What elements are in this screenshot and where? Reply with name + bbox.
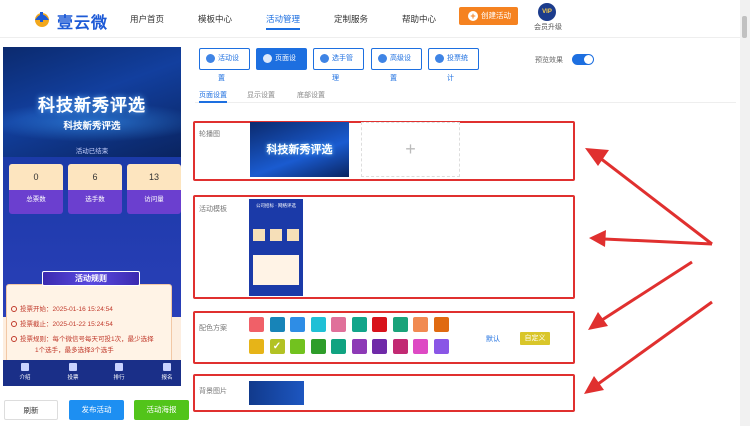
nav-home[interactable]: 用户首页 <box>130 13 164 25</box>
logo-icon <box>35 12 49 27</box>
preview-tab-intro[interactable]: 介绍 <box>10 363 40 381</box>
logo-text[interactable]: 壹云微 <box>57 9 108 33</box>
vote-icon <box>69 363 77 371</box>
ranking-icon <box>115 363 123 371</box>
stat-total-votes: 0 总票数 <box>9 164 63 214</box>
preview-title: 科技新秀评选 <box>63 121 121 132</box>
clock-icon <box>11 321 17 327</box>
scrollbar-thumb[interactable] <box>742 16 747 38</box>
color-swatch-selected[interactable]: ✓ <box>269 339 285 354</box>
stat-visits: 13 访问量 <box>127 164 181 214</box>
color-swatch[interactable] <box>351 317 367 332</box>
red-arrows <box>584 148 713 394</box>
rule-line: 投票截止：2025-01-22 15:24:54 <box>11 318 113 328</box>
color-swatch[interactable] <box>269 317 285 332</box>
sliders-icon <box>378 54 387 63</box>
preview-tab-vote[interactable]: 投票 <box>58 363 88 381</box>
plus-icon: + <box>468 11 478 21</box>
subtab-display-settings[interactable]: 显示设置 <box>247 90 275 100</box>
custom-color-button[interactable]: 自定义 <box>520 332 550 345</box>
preview-toggle-label: 预览效果 <box>535 57 563 64</box>
color-swatch[interactable] <box>249 339 264 354</box>
color-swatch[interactable] <box>310 339 326 354</box>
gear-icon <box>263 54 272 63</box>
refresh-button[interactable]: 刷新 <box>4 400 58 420</box>
nav-help-center[interactable]: 帮助中心 <box>402 13 436 25</box>
carousel-image[interactable]: 科技新秀评选 <box>250 122 349 177</box>
subtab-active-indicator <box>199 101 227 103</box>
subtab-divider <box>195 102 736 103</box>
nav-custom-service[interactable]: 定制服务 <box>334 13 368 25</box>
preview-status: 活动已结束 <box>75 148 109 155</box>
default-color-link[interactable]: 默认 <box>486 334 500 344</box>
color-swatch[interactable] <box>413 317 428 332</box>
rules-title: 活动规则 <box>42 271 140 286</box>
stat-label: 选手数 <box>85 196 105 203</box>
color-swatch[interactable] <box>392 317 408 332</box>
tab-page-settings[interactable]: 页面设置 <box>256 48 307 82</box>
rule-line: 1个选手，最多选择3个选手 <box>35 347 114 354</box>
publish-activity-button[interactable]: 发布活动 <box>69 400 124 420</box>
color-swatch[interactable] <box>331 339 346 354</box>
stat-value: 0 <box>9 164 63 190</box>
vip-icon[interactable]: VIP <box>538 3 556 21</box>
check-icon: ✓ <box>272 341 282 352</box>
signup-icon <box>163 363 171 371</box>
color-swatch[interactable] <box>290 339 305 354</box>
carousel-add-button[interactable]: + <box>361 122 460 177</box>
color-swatch[interactable] <box>249 317 264 332</box>
color-swatch[interactable] <box>290 317 305 332</box>
preview-banner: 科技新秀评选 <box>3 47 181 157</box>
background-image-label: 背景图片 <box>199 388 227 395</box>
preview-tab-signup[interactable]: 报名 <box>152 363 182 381</box>
rule-line: 投票规则：每个微信号每天可投1次，最少选择 <box>11 333 154 343</box>
activity-poster-button[interactable]: 活动海报 <box>134 400 189 420</box>
color-swatch[interactable] <box>433 339 449 354</box>
gear-icon <box>206 54 215 63</box>
banner-title: 科技新秀评选 <box>38 96 146 115</box>
carousel-label: 轮播图 <box>199 131 220 138</box>
color-swatch[interactable] <box>433 317 449 332</box>
subtab-page-settings[interactable]: 页面设置 <box>199 90 227 100</box>
preview-toggle[interactable] <box>572 54 594 65</box>
clock-icon <box>11 306 17 312</box>
page-scrollbar[interactable] <box>740 0 750 426</box>
preview-tab-ranking[interactable]: 排行 <box>104 363 134 381</box>
nav-active-indicator <box>266 28 300 30</box>
tab-contestant-management[interactable]: 选手管理 <box>313 48 364 82</box>
create-activity-label: 创建活动 <box>481 11 511 20</box>
color-swatch[interactable] <box>413 339 428 354</box>
template-label: 活动模板 <box>199 206 227 213</box>
stat-label: 总票数 <box>26 196 46 203</box>
nav-activity-management[interactable]: 活动管理 <box>266 13 300 25</box>
nav-template-center[interactable]: 模板中心 <box>198 13 232 25</box>
home-icon <box>21 363 29 371</box>
color-swatch[interactable] <box>372 339 387 354</box>
rule-line: 投票开始：2025-01-16 15:24:54 <box>11 303 113 313</box>
stat-value: 13 <box>127 164 181 190</box>
clock-icon <box>11 336 17 342</box>
tab-advanced-settings[interactable]: 高级设置 <box>371 48 422 82</box>
create-activity-button[interactable]: + 创建活动 <box>459 7 518 25</box>
color-swatch[interactable] <box>372 317 387 332</box>
color-swatch[interactable] <box>351 339 367 354</box>
subtab-footer-settings[interactable]: 底部设置 <box>297 90 325 100</box>
bar-chart-icon <box>435 54 444 63</box>
stat-value: 6 <box>68 164 122 190</box>
top-navigation-bar <box>0 0 750 38</box>
stat-contestants: 6 选手数 <box>68 164 122 214</box>
background-image-thumbnail[interactable] <box>249 381 304 405</box>
template-thumbnail[interactable]: 公司招标 · 网络评选 <box>249 199 303 296</box>
color-scheme-label: 配色方案 <box>199 325 227 332</box>
tab-activity-settings[interactable]: 活动设置 <box>199 48 250 82</box>
users-icon <box>320 54 329 63</box>
color-swatch[interactable] <box>331 317 346 332</box>
tab-vote-statistics[interactable]: 投票统计 <box>428 48 479 82</box>
color-swatch[interactable] <box>310 317 326 332</box>
vip-upgrade-label[interactable]: 会员升级 <box>534 22 562 32</box>
color-swatch[interactable] <box>392 339 408 354</box>
stat-label: 访问量 <box>144 196 164 203</box>
